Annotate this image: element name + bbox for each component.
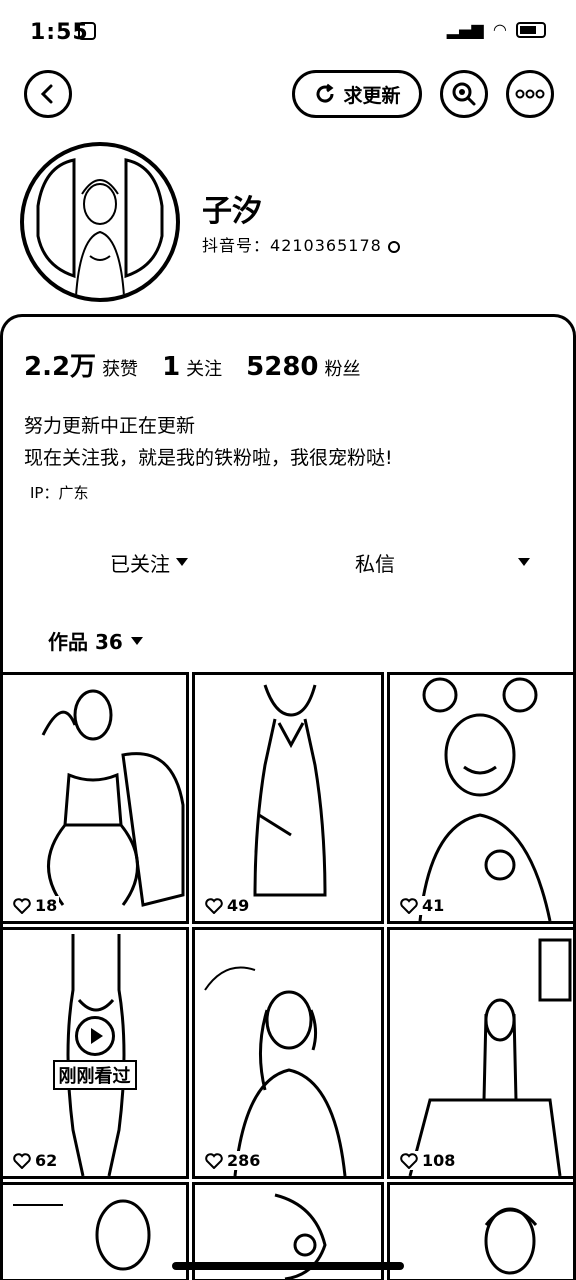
caret-down-icon bbox=[130, 636, 143, 645]
battery-icon bbox=[516, 21, 546, 38]
thumbnail-image bbox=[484, 1207, 538, 1275]
likes-count: 286 bbox=[227, 1151, 261, 1170]
followers-stat[interactable]: 5280 粉丝 bbox=[246, 352, 360, 382]
likes-count: 49 bbox=[227, 896, 250, 915]
likes-count: 18 bbox=[35, 896, 58, 915]
video-thumbnail[interactable]: 49 bbox=[192, 672, 384, 924]
status-bar: 1:55 ▂▄▆ ◠ bbox=[0, 0, 576, 64]
video-thumbnail[interactable]: 286 bbox=[192, 927, 384, 1179]
video-thumbnail[interactable]: 18 bbox=[0, 672, 189, 924]
heart-icon bbox=[205, 1152, 223, 1169]
video-thumbnail[interactable]: 108 bbox=[387, 927, 576, 1179]
likes-label: 获赞 bbox=[102, 359, 139, 380]
works-tab[interactable]: 作品 36 bbox=[48, 626, 143, 655]
following-stat[interactable]: 1 关注 bbox=[162, 352, 222, 382]
stats-row: 2.2万 获赞 1 关注 5280 粉丝 bbox=[24, 346, 385, 383]
heart-icon bbox=[13, 1152, 31, 1169]
refresh-icon bbox=[317, 83, 334, 103]
thumbnail-image bbox=[13, 1199, 151, 1271]
back-icon bbox=[40, 84, 53, 104]
account-id-label: 抖音号： bbox=[202, 236, 271, 255]
more-icon bbox=[515, 89, 545, 99]
heart-icon bbox=[400, 897, 418, 914]
following-label: 关注 bbox=[186, 359, 223, 380]
more-dropdown-button[interactable] bbox=[500, 538, 548, 586]
following-count: 1 bbox=[162, 352, 181, 382]
bio-line-1: 努力更新中正在更新 bbox=[24, 415, 196, 437]
play-icon bbox=[74, 1016, 115, 1056]
likes-count: 62 bbox=[35, 1151, 58, 1170]
copy-icon[interactable] bbox=[387, 240, 400, 253]
thumbnail-image bbox=[204, 966, 347, 1176]
likes-badge: 18 bbox=[11, 896, 60, 915]
likes-badge: 41 bbox=[398, 896, 447, 915]
request-update-label: 求更新 bbox=[343, 84, 401, 107]
message-button[interactable]: 私信 bbox=[300, 538, 450, 586]
message-label: 私信 bbox=[355, 551, 395, 576]
account-id: 抖音号：4210365178 bbox=[202, 232, 400, 256]
notification-icon bbox=[78, 22, 96, 40]
video-thumbnail[interactable] bbox=[0, 1182, 189, 1280]
avatar[interactable] bbox=[20, 142, 180, 302]
caret-down-icon bbox=[176, 558, 188, 566]
nickname: 子汐 bbox=[202, 194, 262, 229]
more-button[interactable] bbox=[506, 70, 554, 118]
likes-count: 41 bbox=[422, 896, 445, 915]
search-button[interactable] bbox=[440, 70, 488, 118]
thumbnail-image bbox=[41, 689, 185, 907]
likes-badge: 62 bbox=[11, 1151, 60, 1170]
avatar-image bbox=[34, 156, 166, 297]
wifi-icon: ◠ bbox=[493, 20, 506, 39]
followers-count: 5280 bbox=[246, 352, 319, 382]
video-thumbnail[interactable] bbox=[387, 1182, 576, 1280]
bio: 努力更新中正在更新 现在关注我，就是我的铁粉啦，我很宠粉哒! bbox=[24, 410, 393, 474]
request-update-button[interactable]: 求更新 bbox=[292, 70, 422, 118]
thumbnail-image bbox=[418, 677, 552, 921]
thumbnail-image bbox=[408, 938, 572, 1176]
heart-icon bbox=[205, 897, 223, 914]
heart-icon bbox=[400, 1152, 418, 1169]
back-button[interactable] bbox=[24, 70, 72, 118]
likes-count: 2.2万 bbox=[24, 352, 97, 382]
followed-button[interactable]: 已关注 bbox=[24, 538, 274, 586]
likes-badge: 286 bbox=[203, 1151, 263, 1170]
followed-label: 已关注 bbox=[110, 551, 170, 576]
video-thumbnail[interactable]: 刚刚看过 62 bbox=[0, 927, 189, 1179]
caret-down-icon bbox=[518, 558, 530, 566]
signal-icon: ▂▄▆ bbox=[446, 20, 484, 39]
search-icon bbox=[452, 82, 476, 106]
likes-badge: 49 bbox=[203, 896, 252, 915]
followers-label: 粉丝 bbox=[324, 359, 361, 380]
ip-location: IP：广东 bbox=[30, 484, 89, 502]
video-thumbnail[interactable]: 41 bbox=[387, 672, 576, 924]
heart-icon bbox=[13, 897, 31, 914]
recently-watched-overlay: 刚刚看过 bbox=[52, 1016, 137, 1090]
likes-stat: 2.2万 获赞 bbox=[24, 346, 138, 383]
bio-line-2: 现在关注我，就是我的铁粉啦，我很宠粉哒! bbox=[24, 447, 393, 469]
home-indicator[interactable] bbox=[172, 1262, 404, 1270]
status-icons: ▂▄▆ ◠ bbox=[447, 20, 546, 39]
likes-badge: 108 bbox=[398, 1151, 458, 1170]
recently-watched-label: 刚刚看过 bbox=[52, 1060, 137, 1090]
works-tab-label: 作品 36 bbox=[48, 630, 123, 654]
thumbnail-image bbox=[253, 684, 327, 897]
likes-count: 108 bbox=[422, 1151, 456, 1170]
account-id-value: 4210365178 bbox=[270, 236, 382, 255]
